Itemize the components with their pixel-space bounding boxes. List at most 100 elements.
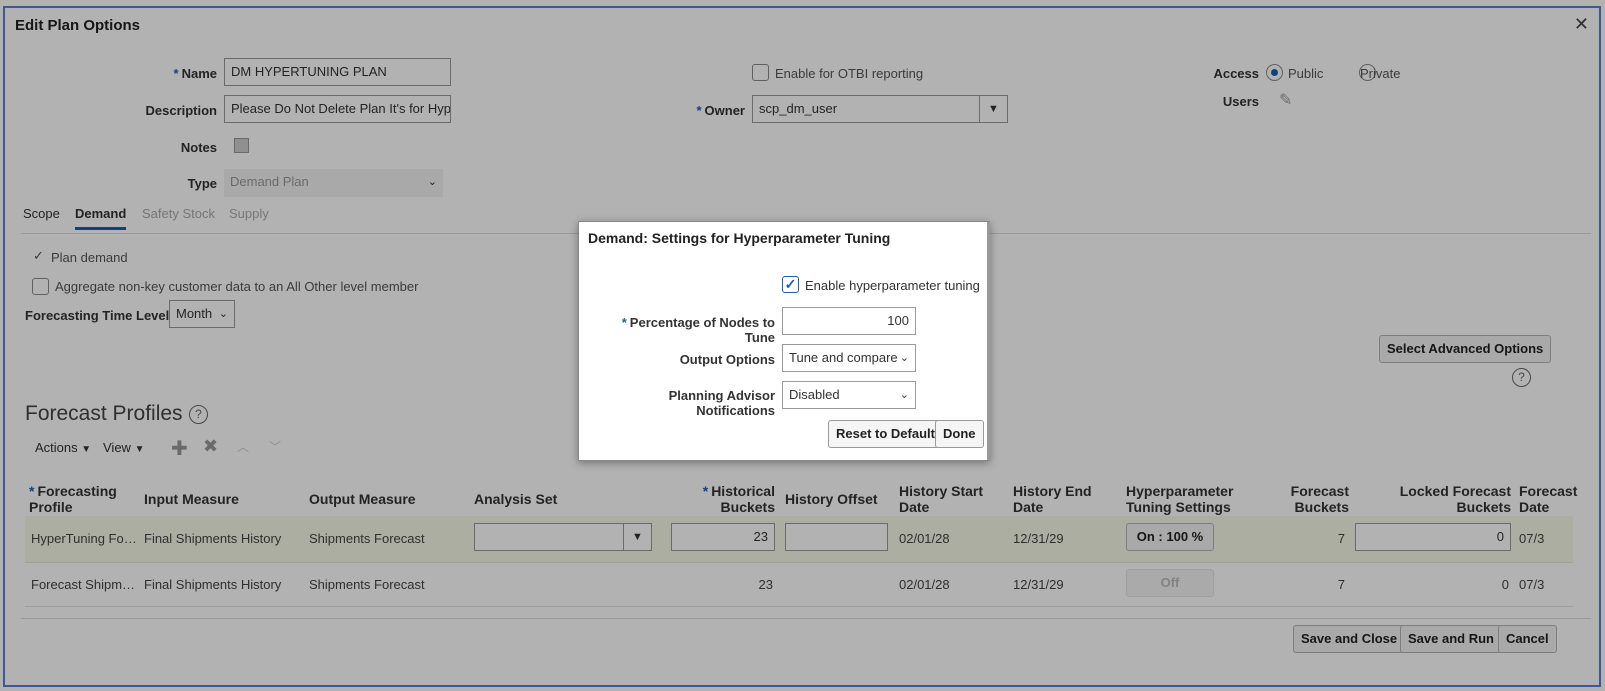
col-history-offset[interactable]: History Offset [785,491,878,507]
col-analysis-set[interactable]: Analysis Set [474,491,557,507]
otbi-label: Enable for OTBI reporting [775,66,924,81]
access-public-label: Public [1288,66,1324,81]
col-history-start-date[interactable]: History Start Date [899,483,999,515]
time-level-label: Forecasting Time Level [25,308,170,323]
row1-output-measure: Shipments Forecast [309,531,425,546]
chevron-down-icon: ⌄ [218,308,228,320]
cancel-button[interactable]: Cancel [1498,625,1557,653]
row1-input-measure: Final Shipments History [144,531,282,546]
row1-history-end: 12/31/29 [1013,531,1064,546]
tab-supply[interactable]: Supply [229,206,269,221]
description-input[interactable]: Please Do Not Delete Plan It's for Hype [224,95,451,123]
row2-history-start: 02/01/28 [899,577,950,592]
row2-input-measure: Final Shipments History [144,577,282,592]
col-locked-forecast-buckets[interactable]: Locked Forecast Buckets [1375,483,1511,515]
forecast-profiles-title: Forecast Profiles [25,402,183,425]
pct-nodes-input[interactable]: 100 [782,307,916,335]
owner-label: * Owner [696,103,745,118]
row2-history-end: 12/31/29 [1013,577,1064,592]
delete-icon[interactable]: ✖ [203,436,218,457]
row1-forecast-date: 07/3 [1519,531,1545,546]
row1-locked-buckets-input[interactable]: 0 [1355,523,1511,551]
reset-to-default-button[interactable]: Reset to Default [828,420,943,448]
output-options-label: Output Options [679,352,775,367]
actions-menu[interactable]: Actions ▼ [35,440,91,455]
row-divider [25,606,1573,607]
pencil-icon[interactable]: ✎ [1279,90,1292,110]
footer-divider [21,618,1591,619]
plan-demand-label: Plan demand [51,250,128,265]
description-label: Description [145,103,217,118]
col-forecast-buckets[interactable]: Forecast Buckets [1269,483,1349,515]
help-icon[interactable]: ? [189,405,208,424]
row1-analysis-set-input[interactable] [474,523,624,551]
owner-input[interactable]: scp_dm_user [752,95,980,123]
col-hyperparameter-settings[interactable]: Hyperparameter Tuning Settings [1126,483,1256,515]
tab-demand[interactable]: Demand [75,206,127,230]
name-label: * Name [173,66,217,81]
time-level-value: Month [176,306,213,321]
enable-tuning-checkbox[interactable]: ✓ [782,276,799,293]
move-up-icon[interactable]: ︿ [237,438,249,455]
col-forecast-date[interactable]: Forecast Date [1519,483,1579,515]
row1-forecast-buckets: 7 [1337,531,1345,546]
col-output-measure[interactable]: Output Measure [309,491,416,507]
chevron-down-icon: ⌄ [427,176,437,188]
col-historical-buckets: * Historical Buckets [702,483,775,515]
chevron-down-icon: ▼ [81,444,92,455]
users-label: Users [1222,94,1259,109]
advisor-notifications-label: Planning Advisor Notifications [668,388,775,418]
dialog-title: Demand: Settings for Hyperparameter Tuni… [588,230,891,246]
col-forecasting-profile: * Forecasting Profile [29,483,117,515]
row1-history-offset-input[interactable] [785,523,888,551]
required-icon: * [696,103,702,118]
required-icon: * [702,483,709,499]
row2-forecast-date: 07/3 [1519,577,1545,592]
notes-icon[interactable] [234,138,249,153]
row2-profile[interactable]: Forecast Shipm… [31,577,135,592]
window-title: Edit Plan Options [15,17,141,34]
advisor-notifications-select[interactable]: Disabled ⌄ [782,381,916,409]
type-value: Demand Plan [230,174,309,189]
otbi-checkbox[interactable] [752,64,769,81]
analysis-set-dropdown-button[interactable]: ▼ [624,523,652,551]
access-label: Access [1213,66,1259,81]
output-options-select[interactable]: Tune and compare ⌄ [782,344,916,372]
col-input-measure[interactable]: Input Measure [144,491,239,507]
type-select: Demand Plan ⌄ [224,169,443,197]
done-button[interactable]: Done [935,420,984,448]
chevron-down-icon: ⌄ [899,389,909,401]
time-level-select[interactable]: Month ⌄ [169,300,235,328]
save-and-run-button[interactable]: Save and Run [1400,625,1502,653]
row1-profile[interactable]: HyperTuning Fo… [31,531,137,546]
row1-historical-buckets-input[interactable]: 23 [671,523,775,551]
chevron-down-icon: ▼ [134,444,145,455]
owner-dropdown-button[interactable]: ▼ [980,95,1008,123]
aggregate-label: Aggregate non-key customer data to an Al… [55,279,419,294]
access-private-label: Private [1360,66,1401,81]
row2-output-measure: Shipments Forecast [309,577,425,592]
view-menu[interactable]: View ▼ [103,440,144,455]
access-public-radio[interactable] [1266,64,1283,81]
tab-safety-stock[interactable]: Safety Stock [142,206,215,221]
type-label: Type [187,176,217,191]
check-icon: ✓ [33,248,44,263]
name-input[interactable]: DM HYPERTUNING PLAN [224,58,451,86]
row2-historical-buckets: 23 [758,577,773,592]
tab-scope[interactable]: Scope [23,206,60,221]
select-advanced-options-button[interactable]: Select Advanced Options [1379,335,1552,363]
move-down-icon[interactable]: ﹀ [269,438,281,455]
required-icon: * [621,315,627,330]
close-icon[interactable]: ✕ [1574,14,1589,35]
row2-tuning-settings-button[interactable]: Off [1126,569,1214,597]
required-icon: * [173,66,179,81]
save-and-close-button[interactable]: Save and Close [1293,625,1406,653]
aggregate-checkbox[interactable] [32,278,49,295]
add-icon[interactable]: ✚ [171,436,188,461]
row1-tuning-settings-button[interactable]: On : 100 % [1126,523,1214,551]
help-icon[interactable]: ? [1512,368,1531,387]
row2-locked-buckets: 0 [1501,577,1509,592]
col-history-end-date[interactable]: History End Date [1013,483,1113,515]
pct-nodes-label: * Percentage of Nodes to Tune [621,315,775,345]
row-divider [25,562,1573,563]
